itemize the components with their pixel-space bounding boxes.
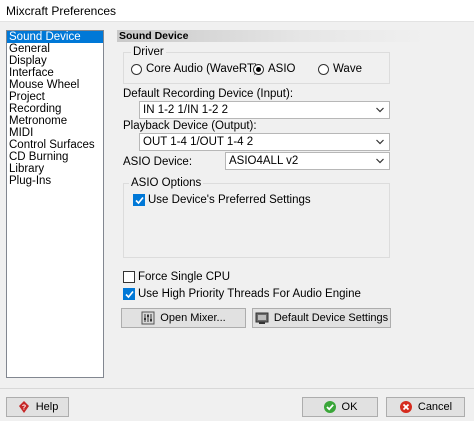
section-header: Sound Device	[117, 30, 427, 42]
checkmark-icon	[125, 290, 134, 299]
driver-label: Driver	[131, 46, 166, 58]
title-bar: Mixcraft Preferences	[0, 0, 474, 22]
sidebar-item-general[interactable]: General	[7, 43, 103, 55]
radio-circle	[318, 63, 329, 75]
radio-label: Wave	[333, 63, 362, 75]
force-single-cpu-checkbox[interactable]: Force Single CPU	[123, 270, 230, 284]
preferred-settings-checkbox[interactable]: Use Device's Preferred Settings	[133, 193, 311, 207]
default-device-settings-button[interactable]: Default Device Settings	[252, 308, 391, 328]
high-priority-threads-checkbox[interactable]: Use High Priority Threads For Audio Engi…	[123, 287, 361, 301]
checkbox-label: Use High Priority Threads For Audio Engi…	[138, 288, 361, 300]
checkmark-circle-icon	[323, 401, 336, 413]
recording-device-value: IN 1-2 1/IN 1-2 2	[143, 104, 229, 116]
cancel-button[interactable]: Cancel	[386, 397, 465, 417]
help-label: Help	[35, 401, 59, 413]
checkbox-label: Use Device's Preferred Settings	[148, 194, 311, 206]
default-device-settings-label: Default Device Settings	[273, 312, 389, 324]
footer-divider	[0, 388, 474, 389]
checkbox-unchecked	[123, 271, 135, 283]
asio-device-value: ASIO4ALL v2	[229, 155, 299, 167]
playback-device-value: OUT 1-4 1/OUT 1-4 2	[143, 136, 254, 148]
settings-icon	[255, 312, 269, 324]
sidebar-item-plug-ins[interactable]: Plug-Ins	[7, 175, 103, 187]
radio-label: ASIO	[268, 63, 296, 75]
checkbox-checked	[123, 288, 135, 300]
mixer-icon	[141, 311, 155, 325]
sidebar-item-metronome[interactable]: Metronome	[7, 115, 103, 127]
sidebar-item-mouse-wheel[interactable]: Mouse Wheel	[7, 79, 103, 91]
checkbox-label: Force Single CPU	[138, 271, 231, 283]
playback-device-label: Playback Device (Output):	[123, 120, 257, 132]
open-mixer-button[interactable]: Open Mixer...	[121, 308, 246, 328]
sidebar-item-sound-device[interactable]: Sound Device	[7, 31, 103, 43]
checkmark-icon	[135, 196, 144, 205]
recording-device-label: Default Recording Device (Input):	[123, 88, 294, 100]
help-icon: ?	[18, 401, 29, 413]
checkbox-checked	[133, 194, 145, 206]
cancel-label: Cancel	[417, 401, 453, 413]
radio-circle	[131, 63, 142, 75]
category-list[interactable]: Sound Device General Display Interface M…	[6, 30, 104, 378]
sidebar-item-interface[interactable]: Interface	[7, 67, 103, 79]
sidebar-item-project[interactable]: Project	[7, 91, 103, 103]
cancel-icon	[399, 401, 412, 413]
asio-device-label: ASIO Device:	[123, 156, 193, 168]
chevron-down-icon	[376, 158, 384, 164]
ok-label: OK	[341, 401, 358, 413]
ok-button[interactable]: OK	[302, 397, 378, 417]
driver-asio-radio[interactable]: ASIO	[253, 62, 295, 76]
radio-circle-selected	[253, 63, 264, 75]
sidebar-item-midi[interactable]: MIDI	[7, 127, 103, 139]
driver-core-audio-radio[interactable]: Core Audio (WaveRT)	[131, 62, 258, 76]
radio-label: Core Audio (WaveRT)	[146, 63, 258, 75]
driver-wave-radio[interactable]: Wave	[318, 62, 362, 76]
recording-device-select[interactable]: IN 1-2 1/IN 1-2 2	[139, 101, 390, 119]
chevron-down-icon	[376, 139, 384, 145]
sidebar-item-library[interactable]: Library	[7, 163, 103, 175]
window-title: Mixcraft Preferences	[6, 4, 117, 18]
sidebar-item-control-surfaces[interactable]: Control Surfaces	[7, 139, 103, 151]
help-button[interactable]: ? Help	[6, 397, 69, 417]
playback-device-select[interactable]: OUT 1-4 1/OUT 1-4 2	[139, 133, 390, 151]
open-mixer-label: Open Mixer...	[160, 312, 226, 324]
sidebar-item-display[interactable]: Display	[7, 55, 103, 67]
svg-text:?: ?	[22, 405, 26, 412]
sidebar-item-cd-burning[interactable]: CD Burning	[7, 151, 103, 163]
sidebar-item-recording[interactable]: Recording	[7, 103, 103, 115]
asio-options-label: ASIO Options	[129, 177, 204, 189]
asio-device-select[interactable]: ASIO4ALL v2	[225, 152, 390, 170]
chevron-down-icon	[376, 107, 384, 113]
